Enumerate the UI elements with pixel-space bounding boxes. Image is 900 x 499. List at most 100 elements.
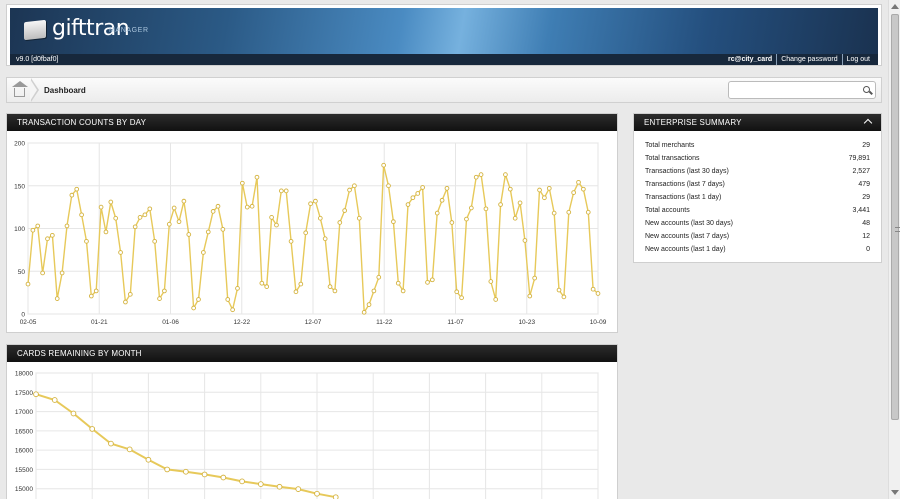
data-point (164, 466, 170, 473)
x-tick-label: 11-07 (447, 319, 464, 326)
y-tick-label: 18000 (15, 371, 33, 378)
data-point (391, 219, 396, 225)
data-point (507, 186, 513, 192)
data-point (50, 232, 55, 238)
data-point (126, 446, 133, 453)
data-point (464, 216, 469, 222)
data-point (293, 289, 299, 295)
data-point (274, 222, 279, 228)
data-point (264, 284, 270, 289)
summary-label: Total accounts (645, 207, 690, 214)
search-input[interactable] (733, 82, 853, 98)
y-tick-label: 16000 (15, 448, 33, 455)
data-point (503, 172, 508, 177)
panel-title: CARDS REMAINING BY MONTH (7, 345, 617, 362)
summary-row: Transactions (last 30 days) 2,527 (645, 165, 870, 178)
summary-row: Total merchants 29 (645, 139, 870, 152)
data-point (259, 280, 265, 286)
summary-label: Transactions (last 30 days) (645, 168, 729, 175)
scroll-down-icon[interactable] (891, 490, 899, 495)
data-point (40, 270, 45, 276)
scrollbar[interactable] (888, 0, 900, 499)
data-point (108, 440, 114, 447)
change-password-link[interactable]: Change password (776, 54, 841, 65)
data-point (468, 205, 474, 211)
data-point (230, 307, 235, 313)
data-point (108, 199, 114, 205)
data-point (288, 238, 294, 244)
data-point (571, 190, 576, 195)
summary-value: 479 (858, 181, 870, 188)
data-point (454, 289, 460, 295)
data-point (137, 215, 143, 220)
data-point (196, 297, 201, 302)
data-point (225, 297, 231, 302)
summary-value: 48 (862, 220, 870, 227)
scrollbar-thumb[interactable] (891, 14, 900, 420)
summary-value: 79,891 (848, 155, 870, 162)
summary-row: Transactions (last 7 days) 479 (645, 178, 870, 191)
breadcrumb: Dashboard (6, 77, 882, 103)
data-point (210, 209, 216, 214)
summary-row: Transactions (last 1 day) 29 (645, 191, 870, 204)
cards-remaining-panel: CARDS REMAINING BY MONTH 15000 15500 16000… (6, 344, 618, 499)
data-point (395, 280, 401, 286)
data-point (556, 287, 562, 293)
data-point (576, 179, 581, 185)
home-button[interactable] (7, 78, 31, 102)
data-point (54, 296, 60, 301)
y-tick-label: 150 (14, 183, 25, 190)
search-icon[interactable] (863, 86, 870, 93)
summary-value: 29 (862, 194, 870, 201)
user-links: rc@city_card Change password Log out (724, 54, 874, 65)
data-point (152, 238, 158, 244)
y-tick-label: 16500 (15, 428, 33, 435)
data-point (239, 478, 245, 485)
summary-row: New accounts (last 1 day) 0 (645, 243, 870, 256)
data-point (257, 481, 264, 487)
transaction-counts-chart: 0 50 100 150 200 02-05 01-21 01-06 12-22 12-07 11-… (14, 141, 607, 327)
data-point (322, 236, 328, 242)
data-point (459, 295, 464, 301)
summary-value: 2,527 (852, 168, 870, 175)
data-point (542, 195, 547, 201)
data-point (488, 279, 494, 284)
data-point (249, 203, 255, 209)
collapse-icon[interactable] (863, 118, 873, 128)
data-point (142, 212, 148, 218)
data-point (356, 215, 362, 221)
summary-row: Total accounts 3,441 (645, 204, 870, 217)
data-point (381, 162, 386, 168)
panel-title-text: ENTERPRISE SUMMARY (644, 118, 742, 127)
data-point (183, 468, 189, 475)
data-point (59, 270, 65, 276)
data-point (405, 202, 411, 207)
data-point (147, 206, 153, 212)
data-point (498, 202, 503, 207)
data-point (371, 288, 377, 294)
data-point (400, 288, 406, 294)
data-point (420, 185, 425, 190)
scroll-up-icon[interactable] (891, 4, 899, 9)
data-point (162, 288, 167, 294)
logout-link[interactable]: Log out (841, 54, 874, 65)
data-point (93, 288, 99, 294)
data-point (220, 227, 226, 232)
data-point (430, 277, 435, 283)
user-account-link[interactable]: rc@city_card (724, 54, 776, 65)
data-point (113, 215, 119, 221)
data-point (566, 209, 572, 215)
enterprise-summary-panel: ENTERPRISE SUMMARY Total merchants 29 Tota… (633, 113, 882, 263)
x-tick-label: 02-05 (20, 319, 37, 326)
x-tick-label: 10-09 (590, 319, 607, 326)
data-point (522, 238, 528, 243)
data-point (235, 286, 240, 291)
data-point (546, 185, 552, 191)
data-point (361, 309, 367, 315)
y-tick-label: 50 (18, 269, 26, 276)
data-point (145, 456, 152, 463)
data-point (220, 474, 227, 481)
summary-row: New accounts (last 30 days) 48 (645, 217, 870, 230)
data-point (493, 297, 499, 302)
data-point (64, 223, 70, 229)
